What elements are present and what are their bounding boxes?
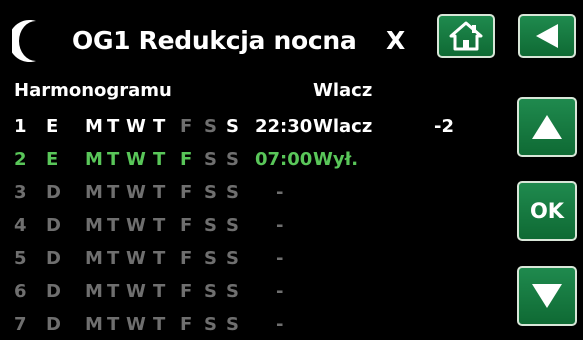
day-sat: S — [204, 149, 217, 170]
day-sat: S — [204, 182, 217, 203]
row-value: -2 — [434, 116, 454, 137]
arrow-up-icon — [532, 115, 562, 139]
row-time: 22:30 — [255, 116, 313, 137]
column-header-schedule: Harmonogramu — [14, 80, 172, 101]
day-sun: S — [226, 149, 239, 170]
row-type: E — [46, 116, 59, 137]
day-fri: F — [180, 281, 193, 302]
day-wed: W — [126, 314, 146, 335]
column-header-action: Wlacz — [313, 80, 373, 101]
row-number: 6 — [14, 281, 27, 302]
day-sun: S — [226, 182, 239, 203]
day-fri: F — [180, 182, 193, 203]
row-type: D — [46, 182, 61, 203]
day-tue: T — [107, 215, 120, 236]
day-tue: T — [107, 314, 120, 335]
home-icon — [449, 21, 483, 51]
day-thu: T — [153, 281, 166, 302]
day-mon: M — [85, 248, 103, 269]
row-action: Wlacz — [313, 116, 373, 137]
day-thu: T — [153, 215, 166, 236]
day-mon: M — [85, 182, 103, 203]
schedule-row-6[interactable]: 6 D M T W T F S S - — [0, 281, 500, 307]
day-fri: F — [180, 215, 193, 236]
day-thu: T — [153, 314, 166, 335]
row-type: D — [46, 248, 61, 269]
row-time: - — [276, 314, 284, 335]
day-sat: S — [204, 116, 217, 137]
row-number: 2 — [14, 149, 27, 170]
row-type: D — [46, 314, 61, 335]
row-time: 07:00 — [255, 149, 313, 170]
scroll-down-button[interactable] — [517, 266, 577, 326]
day-wed: W — [126, 248, 146, 269]
day-thu: T — [153, 182, 166, 203]
row-number: 4 — [14, 215, 27, 236]
schedule-row-5[interactable]: 5 D M T W T F S S - — [0, 248, 500, 274]
row-number: 7 — [14, 314, 27, 335]
day-fri: F — [180, 149, 193, 170]
schedule-row-1[interactable]: 1 E M T W T F S S 22:30 Wlacz -2 — [0, 116, 500, 142]
day-tue: T — [107, 116, 120, 137]
day-wed: W — [126, 116, 146, 137]
row-type: D — [46, 281, 61, 302]
schedule-row-2[interactable]: 2 E M T W T F S S 07:00 Wył. — [0, 149, 500, 175]
row-type: E — [46, 149, 59, 170]
day-tue: T — [107, 248, 120, 269]
schedule-row-7[interactable]: 7 D M T W T F S S - — [0, 314, 500, 340]
day-thu: T — [153, 116, 166, 137]
day-sat: S — [204, 281, 217, 302]
day-mon: M — [85, 281, 103, 302]
arrow-down-icon — [532, 284, 562, 308]
schedule-row-4[interactable]: 4 D M T W T F S S - — [0, 215, 500, 241]
row-action: Wył. — [313, 149, 359, 170]
row-type: D — [46, 215, 61, 236]
row-time: - — [276, 182, 284, 203]
day-tue: T — [107, 182, 120, 203]
day-sun: S — [226, 215, 239, 236]
scroll-up-button[interactable] — [517, 97, 577, 157]
day-fri: F — [180, 248, 193, 269]
day-sat: S — [204, 314, 217, 335]
home-button[interactable] — [437, 14, 495, 58]
day-tue: T — [107, 149, 120, 170]
day-fri: F — [180, 116, 193, 137]
day-sun: S — [226, 116, 239, 137]
day-sat: S — [204, 215, 217, 236]
row-number: 1 — [14, 116, 27, 137]
day-wed: W — [126, 215, 146, 236]
day-mon: M — [85, 314, 103, 335]
schedule-row-3[interactable]: 3 D M T W T F S S - — [0, 182, 500, 208]
close-button[interactable]: X — [386, 26, 405, 55]
day-sun: S — [226, 248, 239, 269]
day-tue: T — [107, 281, 120, 302]
moon-icon — [12, 20, 36, 62]
day-thu: T — [153, 248, 166, 269]
page-title: OG1 Redukcja nocna — [72, 26, 357, 55]
back-button[interactable] — [518, 14, 576, 58]
day-wed: W — [126, 182, 146, 203]
back-arrow-icon — [536, 24, 558, 48]
row-time: - — [276, 248, 284, 269]
day-fri: F — [180, 314, 193, 335]
day-mon: M — [85, 215, 103, 236]
row-time: - — [276, 215, 284, 236]
row-number: 3 — [14, 182, 27, 203]
day-sun: S — [226, 314, 239, 335]
day-mon: M — [85, 116, 103, 137]
day-thu: T — [153, 149, 166, 170]
ok-button[interactable]: OK — [517, 181, 577, 241]
row-number: 5 — [14, 248, 27, 269]
row-time: - — [276, 281, 284, 302]
day-wed: W — [126, 149, 146, 170]
day-wed: W — [126, 281, 146, 302]
day-mon: M — [85, 149, 103, 170]
day-sat: S — [204, 248, 217, 269]
day-sun: S — [226, 281, 239, 302]
